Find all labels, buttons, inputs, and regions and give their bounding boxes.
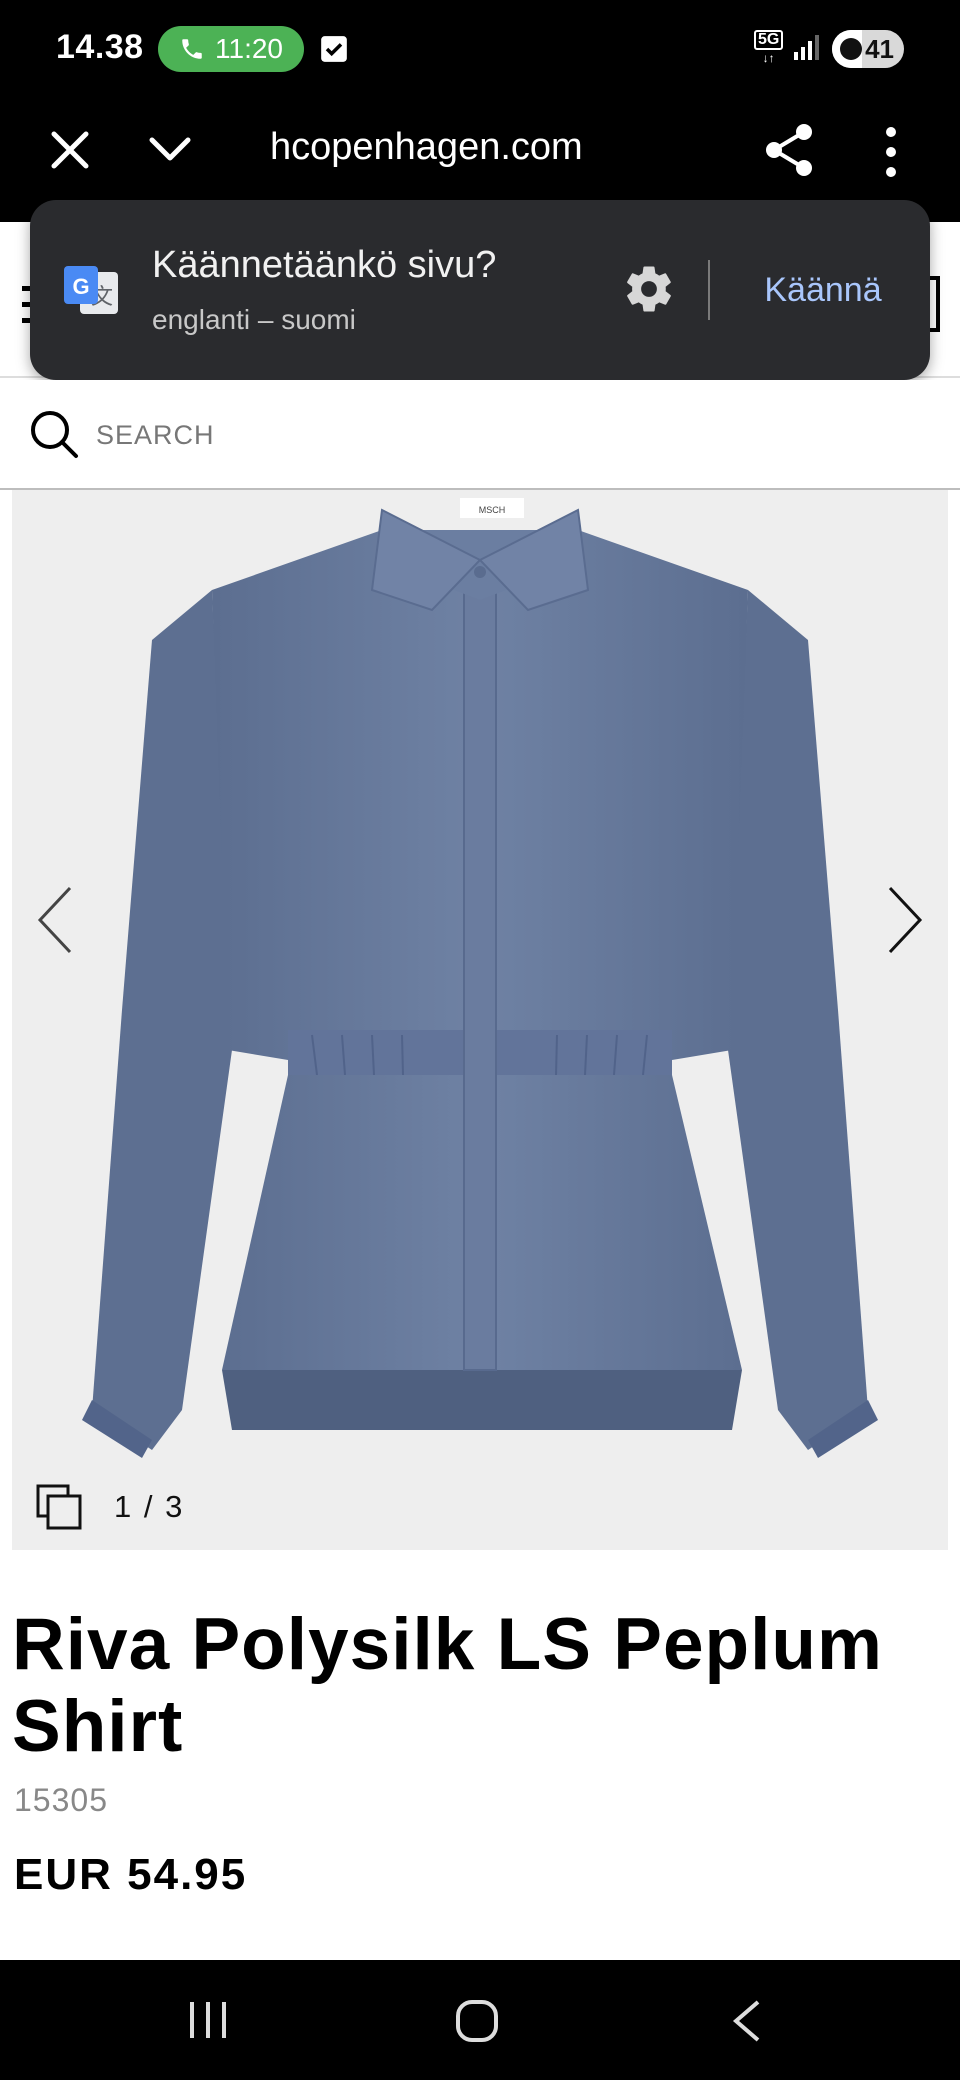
gallery-counter: 1 / 3: [34, 1480, 184, 1534]
system-navigation-bar: [0, 1960, 960, 2080]
gear-icon[interactable]: [622, 262, 676, 316]
product-title: Riva Polysilk LS Peplum Shirt: [12, 1604, 883, 1767]
google-translate-icon: 文 G: [64, 266, 118, 314]
close-icon[interactable]: [46, 126, 94, 174]
signal-strength-icon: [794, 35, 819, 60]
more-options-icon[interactable]: [876, 124, 906, 180]
status-time: 14.38: [56, 28, 144, 66]
product-price: EUR 54.95: [14, 1850, 248, 1899]
ongoing-call-pill[interactable]: 11:20: [158, 26, 304, 72]
search-bar: [0, 380, 960, 490]
battery-percent: 41: [865, 33, 894, 64]
chevron-left-icon[interactable]: [30, 880, 80, 960]
recent-apps-icon[interactable]: [186, 1998, 230, 2042]
call-duration: 11:20: [215, 33, 283, 64]
url-bar[interactable]: hcopenhagen.com: [270, 126, 670, 176]
battery-indicator: 41: [832, 30, 904, 68]
product-sku: 15305: [14, 1782, 108, 1818]
phone-icon: [182, 39, 202, 59]
translate-languages: englanti – suomi: [152, 304, 356, 335]
product-page: 14.38 11:20 5G ↓↑ 41 hcopenhagen.com 文 G…: [0, 0, 960, 2080]
product-gallery[interactable]: MSCH 1 / 3: [12, 490, 948, 1550]
search-input[interactable]: [96, 412, 916, 458]
chevron-right-icon[interactable]: [880, 880, 930, 960]
share-icon[interactable]: [764, 122, 816, 178]
brand-label: MSCH: [479, 505, 506, 515]
chevron-down-icon[interactable]: [146, 130, 194, 170]
translate-prompt-title: Käännetäänkö sivu?: [152, 244, 497, 286]
checkbox-notification-icon: [321, 36, 347, 62]
power-saving-icon: [840, 38, 862, 60]
translate-button[interactable]: Käännä: [736, 264, 910, 316]
product-image: MSCH: [82, 498, 878, 1458]
gallery-counter-text: 1 / 3: [114, 1489, 185, 1524]
network-5g-indicator: 5G ↓↑: [754, 30, 784, 66]
network-label: 5G: [754, 30, 784, 50]
divider: [708, 260, 710, 320]
svg-text:G: G: [72, 274, 89, 299]
back-icon[interactable]: [728, 1998, 768, 2044]
translate-popup: 文 G Käännetäänkö sivu? englanti – suomi …: [30, 200, 930, 380]
status-bar: 14.38 11:20 5G ↓↑ 41: [0, 0, 960, 100]
image-stack-icon[interactable]: [34, 1482, 84, 1532]
search-icon[interactable]: [28, 408, 80, 460]
home-icon[interactable]: [454, 1998, 500, 2044]
